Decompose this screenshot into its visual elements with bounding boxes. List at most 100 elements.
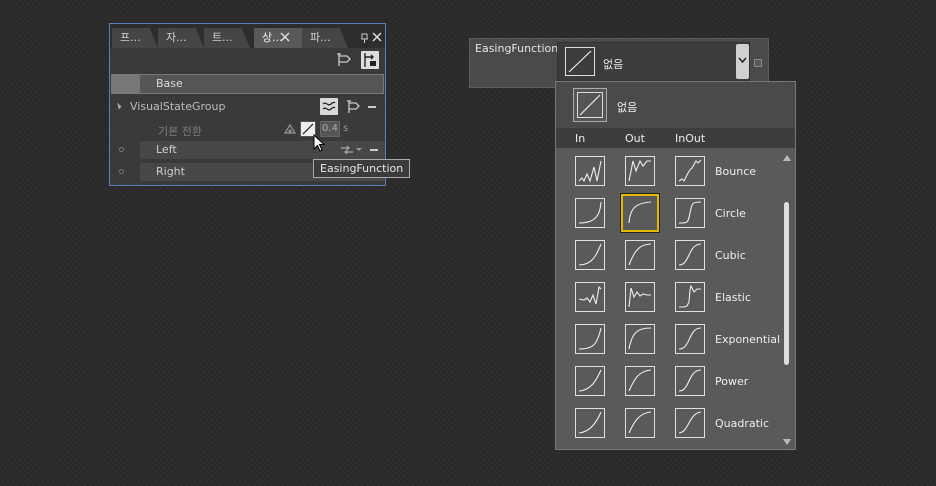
exponential-ease-out-option[interactable] — [625, 324, 655, 354]
state-recording-dot[interactable] — [119, 147, 124, 152]
easing-label-bounce: Bounce — [715, 165, 757, 178]
easing-row-circle: Circle — [556, 193, 781, 236]
bounce-curve-icon — [578, 160, 602, 183]
power-ease-in-option[interactable] — [575, 366, 605, 396]
tab-states[interactable]: 상... — [254, 28, 302, 48]
exponential-ease-inout-option[interactable] — [675, 324, 705, 354]
cubic-curve-icon — [628, 243, 652, 266]
chevron-down-icon[interactable] — [356, 148, 362, 151]
cubic-ease-out-option[interactable] — [625, 240, 655, 270]
state-group-row[interactable]: VisualStateGroup — [110, 96, 385, 118]
scroll-down-icon[interactable] — [783, 439, 791, 445]
remove-state-button[interactable] — [370, 149, 378, 151]
elastic-ease-out-option[interactable] — [625, 282, 655, 312]
none-option-row: 없음 — [556, 82, 795, 128]
property-label: EasingFunction — [475, 42, 559, 55]
column-header-inout: InOut — [675, 132, 706, 145]
easing-row-quadratic: Quadratic — [556, 404, 781, 446]
bounce-curve-icon — [628, 159, 651, 182]
add-transition-icon[interactable] — [340, 144, 354, 156]
tab-5[interactable]: 파... — [302, 28, 348, 48]
state-label-left: Left — [156, 143, 177, 156]
state-recording-dot[interactable] — [119, 169, 124, 174]
power-curve-icon — [578, 369, 602, 392]
none-option-label: 없음 — [617, 101, 638, 114]
scroll-thumb[interactable] — [784, 202, 789, 365]
state-row-left[interactable]: Left — [119, 141, 385, 159]
easing-row-bounce: Bounce — [556, 152, 781, 194]
exponential-curve-icon — [678, 327, 702, 350]
base-state-row[interactable]: Base — [111, 74, 384, 94]
quadratic-curve-icon — [678, 411, 702, 434]
tooltip: EasingFunction — [313, 159, 411, 178]
bounce-ease-inout-option[interactable] — [675, 156, 705, 186]
easing-label-elastic: Elastic — [715, 291, 751, 304]
elastic-curve-icon — [578, 285, 602, 305]
cubic-ease-inout-option[interactable] — [675, 240, 705, 270]
linear-easing-icon — [565, 47, 595, 76]
easing-label-circle: Circle — [715, 207, 746, 220]
elastic-ease-inout-option[interactable] — [675, 282, 705, 312]
easing-function-dropdown: 없음 In Out InOut Bounce Circle Cubic Elastic… — [555, 81, 796, 450]
bounce-curve-icon — [678, 159, 702, 182]
column-header-out: Out — [625, 132, 645, 145]
easing-function-combobox[interactable]: 없음 — [557, 42, 750, 81]
quadratic-ease-out-option[interactable] — [625, 408, 655, 438]
transition-effect-icon[interactable] — [284, 123, 296, 135]
advanced-options-button[interactable] — [754, 59, 762, 67]
exponential-ease-in-option[interactable] — [575, 324, 605, 354]
circle-ease-out-option[interactable] — [620, 193, 660, 233]
exponential-curve-icon — [628, 327, 652, 350]
circle-ease-inout-option[interactable] — [675, 198, 705, 228]
easing-label-exponential: Exponential — [715, 333, 781, 346]
quadratic-curve-icon — [628, 411, 652, 434]
tab-strip: 프... 자... 트... 상... 파... — [110, 24, 385, 48]
circle-curve-icon — [628, 201, 652, 224]
none-easing-option[interactable] — [573, 88, 607, 122]
remove-group-button[interactable] — [368, 106, 376, 108]
tab-3[interactable]: 트... — [204, 28, 250, 48]
transition-preview-toggle[interactable] — [361, 51, 379, 69]
bounce-ease-in-option[interactable] — [575, 156, 605, 186]
circle-ease-in-option[interactable] — [575, 198, 605, 228]
scrollbar[interactable] — [780, 152, 794, 449]
combobox-selected-value: 없음 — [603, 58, 624, 71]
column-header-row: In Out InOut — [556, 128, 795, 148]
linear-easing-icon — [577, 92, 603, 118]
elastic-ease-in-option[interactable] — [575, 282, 605, 312]
power-ease-inout-option[interactable] — [675, 366, 705, 396]
base-state-label: Base — [156, 77, 183, 90]
expand-triangle-icon[interactable] — [114, 102, 122, 110]
combobox-dropdown-button[interactable] — [736, 44, 749, 79]
scroll-up-icon[interactable] — [783, 155, 791, 161]
bounce-ease-out-option[interactable] — [625, 156, 655, 186]
easing-row-elastic: Elastic — [556, 278, 781, 320]
state-group-label: VisualStateGroup — [130, 100, 226, 113]
cubic-curve-icon — [678, 243, 702, 266]
chevron-down-icon — [738, 57, 747, 63]
elastic-curve-icon — [679, 284, 701, 308]
panel-toolbar — [110, 48, 385, 72]
tab-1[interactable]: 프... — [112, 28, 158, 48]
easing-label-power: Power — [715, 375, 749, 388]
quadratic-ease-in-option[interactable] — [575, 408, 605, 438]
quadratic-curve-icon — [578, 411, 602, 434]
tab-2[interactable]: 자... — [158, 28, 204, 48]
power-ease-out-option[interactable] — [625, 366, 655, 396]
pin-icon[interactable] — [360, 33, 369, 43]
panel-close-icon[interactable] — [372, 32, 382, 42]
base-state-marker — [112, 75, 140, 93]
circle-curve-icon — [678, 201, 702, 224]
power-curve-icon — [678, 369, 702, 392]
group-easing-button[interactable] — [320, 98, 338, 115]
cubic-curve-icon — [578, 243, 602, 266]
easing-label-quadratic: Quadratic — [715, 417, 770, 430]
cubic-ease-in-option[interactable] — [575, 240, 605, 270]
quadratic-ease-inout-option[interactable] — [675, 408, 705, 438]
add-state-group-button[interactable] — [336, 52, 354, 68]
add-state-button[interactable] — [346, 99, 362, 115]
easing-row-exponential: Exponential — [556, 320, 781, 362]
elastic-curve-icon — [628, 287, 651, 308]
close-icon[interactable] — [280, 32, 290, 42]
default-transition-label: 기본 전환 — [158, 125, 202, 138]
